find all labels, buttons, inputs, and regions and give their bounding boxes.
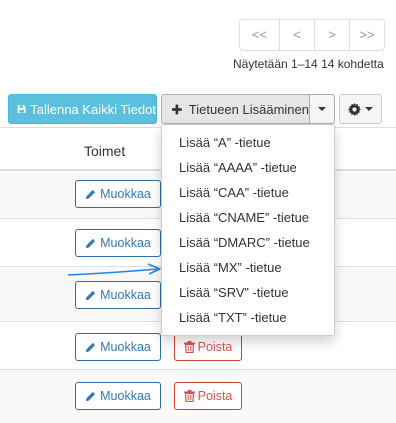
last-page-button[interactable]: >> xyxy=(349,20,384,50)
actions-column-header: Toimet xyxy=(84,143,126,159)
menu-item-add-dmarc[interactable]: Lisää “DMARC” -tietue xyxy=(162,230,334,255)
pencil-icon xyxy=(86,238,96,248)
delete-button[interactable]: Poista xyxy=(174,382,242,410)
menu-item-add-cname[interactable]: Lisää “CNAME” -tietue xyxy=(162,205,334,230)
menu-item-add-txt[interactable]: Lisää “TXT” -tietue xyxy=(162,305,334,330)
add-record-dropdown-toggle[interactable] xyxy=(309,94,335,124)
add-record-button[interactable]: Tietueen Lisääminen xyxy=(161,94,310,124)
delete-label: Poista xyxy=(197,389,233,403)
add-record-label: Tietueen Lisääminen xyxy=(188,101,309,117)
edit-label: Muokkaa xyxy=(100,389,151,403)
plus-icon xyxy=(172,104,182,114)
menu-item-add-mx[interactable]: Lisää “MX” -tietue xyxy=(162,255,334,280)
trash-icon xyxy=(183,390,195,402)
gear-icon xyxy=(348,102,361,116)
save-all-label: Tallenna Kaikki Tiedot xyxy=(30,101,156,117)
edit-label: Muokkaa xyxy=(100,288,151,302)
results-count-text: Näytetään 1–14 14 kohdetta xyxy=(233,57,384,71)
pencil-icon xyxy=(86,290,96,300)
first-page-button[interactable]: << xyxy=(240,20,279,50)
menu-item-add-a[interactable]: Lisää “A” -tietue xyxy=(162,130,334,155)
menu-item-add-caa[interactable]: Lisää “CAA” -tietue xyxy=(162,180,334,205)
edit-label: Muokkaa xyxy=(100,340,151,354)
menu-item-add-aaaa[interactable]: Lisää “AAAA” -tietue xyxy=(162,155,334,180)
pencil-icon xyxy=(86,391,96,401)
edit-button[interactable]: Muokkaa xyxy=(75,281,161,309)
trash-icon xyxy=(183,341,195,353)
pagination: << < > >> xyxy=(239,19,385,51)
edit-button[interactable]: Muokkaa xyxy=(75,382,161,410)
annotation-arrow-icon xyxy=(67,263,161,276)
edit-button[interactable]: Muokkaa xyxy=(75,333,161,361)
edit-label: Muokkaa xyxy=(100,187,151,201)
add-record-dropdown-menu: Lisää “A” -tietue Lisää “AAAA” -tietue L… xyxy=(161,124,335,336)
edit-button[interactable]: Muokkaa xyxy=(75,229,161,257)
caret-down-icon xyxy=(318,107,326,111)
save-all-button[interactable]: Tallenna Kaikki Tiedot xyxy=(8,94,157,124)
next-page-button[interactable]: > xyxy=(314,20,349,50)
delete-label: Poista xyxy=(197,340,233,354)
prev-page-button[interactable]: < xyxy=(279,20,314,50)
menu-item-add-srv[interactable]: Lisää “SRV” -tietue xyxy=(162,280,334,305)
edit-label: Muokkaa xyxy=(100,236,151,250)
delete-button[interactable]: Poista xyxy=(174,333,242,361)
settings-dropdown-button[interactable] xyxy=(339,94,382,124)
floppy-disk-icon xyxy=(17,105,26,113)
edit-button[interactable]: Muokkaa xyxy=(75,180,161,208)
pencil-icon xyxy=(86,189,96,199)
caret-down-icon xyxy=(365,107,373,111)
pencil-icon xyxy=(86,342,96,352)
